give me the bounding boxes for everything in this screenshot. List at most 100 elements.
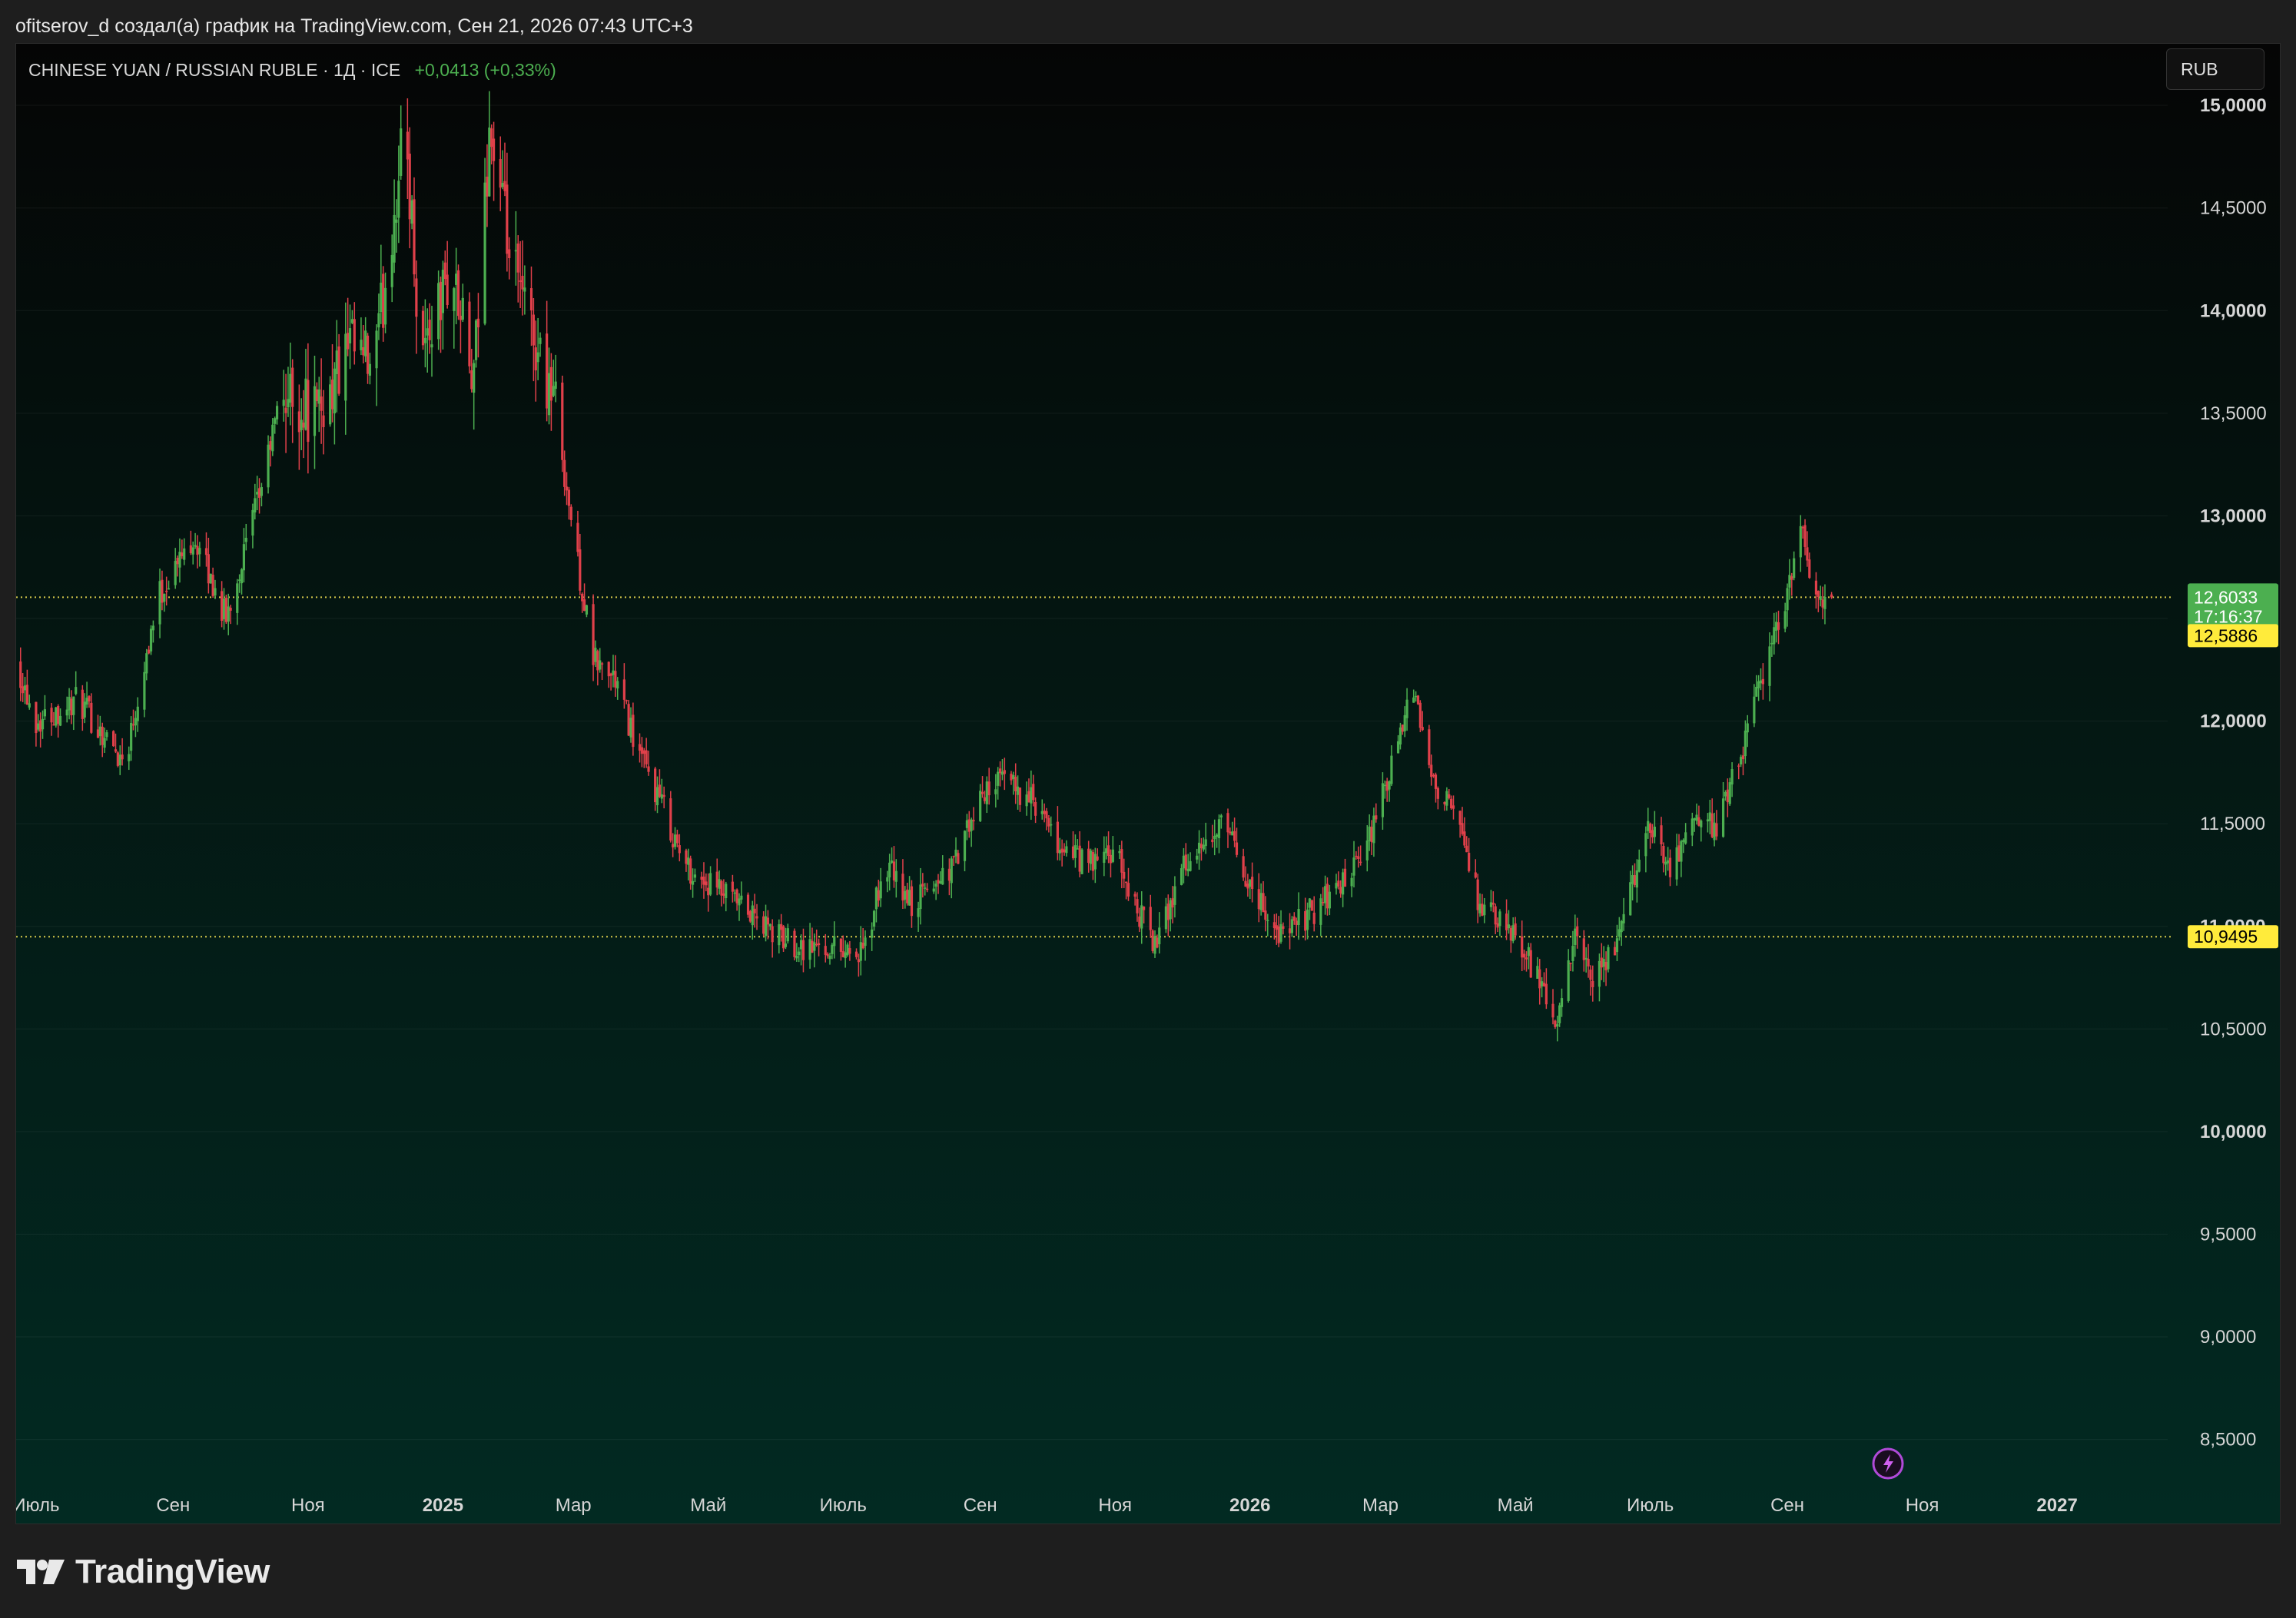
candle (304, 349, 307, 431)
candle (1396, 734, 1400, 754)
candle (826, 952, 829, 959)
candle (1505, 899, 1508, 940)
candle (103, 727, 106, 754)
candle (1554, 1020, 1557, 1029)
candle (360, 317, 363, 356)
y-tick-label: 9,5000 (2200, 1224, 2256, 1245)
candle (1775, 612, 1778, 643)
candle (954, 837, 957, 864)
alert-icon[interactable] (1872, 1447, 1904, 1480)
candle (781, 925, 785, 952)
candle (267, 435, 270, 494)
candle (408, 127, 411, 249)
x-tick-label: Июль (16, 1495, 60, 1516)
candle (907, 876, 911, 906)
candle (430, 306, 433, 377)
candle (715, 858, 718, 896)
level-badge-label: 10,9495 (2194, 927, 2258, 947)
axis-labels: 8,50009,00009,500010,000010,500011,00001… (16, 95, 2267, 1516)
y-tick-label: 8,5000 (2200, 1430, 2256, 1451)
candle (658, 769, 662, 798)
price-chart[interactable]: 8,50009,00009,500010,000010,500011,00001… (16, 44, 2280, 1524)
candle (1527, 943, 1530, 970)
candle (1403, 706, 1406, 738)
candle (1589, 965, 1592, 996)
candle (1544, 968, 1548, 1010)
candle (1000, 758, 1004, 781)
candle (178, 538, 181, 583)
candle (364, 317, 367, 363)
candle (275, 401, 279, 425)
candle (748, 910, 752, 923)
candle (919, 867, 922, 925)
candle (366, 333, 370, 384)
candle (211, 567, 214, 598)
candle (1295, 917, 1298, 937)
candle (1498, 909, 1501, 937)
candle (764, 904, 768, 942)
candle (368, 353, 372, 385)
candle (707, 873, 710, 912)
candle (1576, 917, 1579, 949)
candle (997, 767, 1000, 800)
candle (1450, 795, 1453, 810)
candle (456, 264, 460, 320)
candle (167, 580, 171, 590)
candle (1003, 758, 1006, 791)
candle (554, 354, 557, 403)
x-tick-label: 2025 (423, 1495, 463, 1516)
candle (459, 300, 463, 353)
candle (1740, 754, 1743, 768)
candle (1481, 894, 1484, 917)
candle (1027, 778, 1030, 803)
candle (596, 649, 599, 686)
x-tick-label: Мар (556, 1495, 592, 1516)
candle (1399, 722, 1402, 750)
candle (492, 121, 496, 201)
x-tick-label: Сен (156, 1495, 190, 1516)
candle (514, 211, 517, 286)
candle (1684, 823, 1687, 845)
candle (808, 923, 811, 969)
chart-panel[interactable]: 8,50009,00009,500010,000010,500011,00001… (15, 43, 2281, 1524)
candle (1653, 811, 1656, 844)
symbol-title[interactable]: CHINESE YUAN / RUSSIAN RUBLE · 1Д · ICE (28, 60, 400, 80)
candle (254, 483, 257, 520)
candle (1728, 778, 1731, 806)
candle (1721, 782, 1725, 838)
candle (904, 886, 907, 909)
candle (654, 767, 657, 811)
candle (1383, 780, 1386, 799)
candle (1365, 825, 1369, 872)
candle (443, 250, 446, 286)
candle (1662, 842, 1665, 873)
candle (1511, 917, 1515, 943)
candle (1536, 957, 1539, 979)
candle (1233, 817, 1236, 847)
candle (950, 856, 953, 899)
candle (165, 576, 168, 606)
candle (691, 868, 695, 898)
candle (1189, 852, 1192, 872)
candle (83, 693, 86, 724)
candle (1633, 863, 1637, 887)
currency-button[interactable]: RUB (2166, 48, 2264, 90)
candle (521, 240, 524, 316)
candle (1018, 787, 1022, 812)
candle (1103, 836, 1106, 877)
candle (1474, 859, 1477, 879)
candle (1708, 799, 1711, 834)
candle (395, 199, 398, 253)
candle (1282, 922, 1285, 935)
candle (1584, 947, 1588, 973)
candle (1668, 849, 1672, 887)
candle (799, 934, 803, 966)
candle (112, 730, 115, 748)
candle (1012, 771, 1015, 795)
candle (609, 672, 612, 691)
y-tick-label: 15,0000 (2200, 95, 2267, 116)
candle (1706, 813, 1710, 833)
candle (519, 240, 522, 309)
candle (1065, 840, 1068, 857)
tradingview-logo[interactable]: TradingView (17, 1550, 270, 1593)
